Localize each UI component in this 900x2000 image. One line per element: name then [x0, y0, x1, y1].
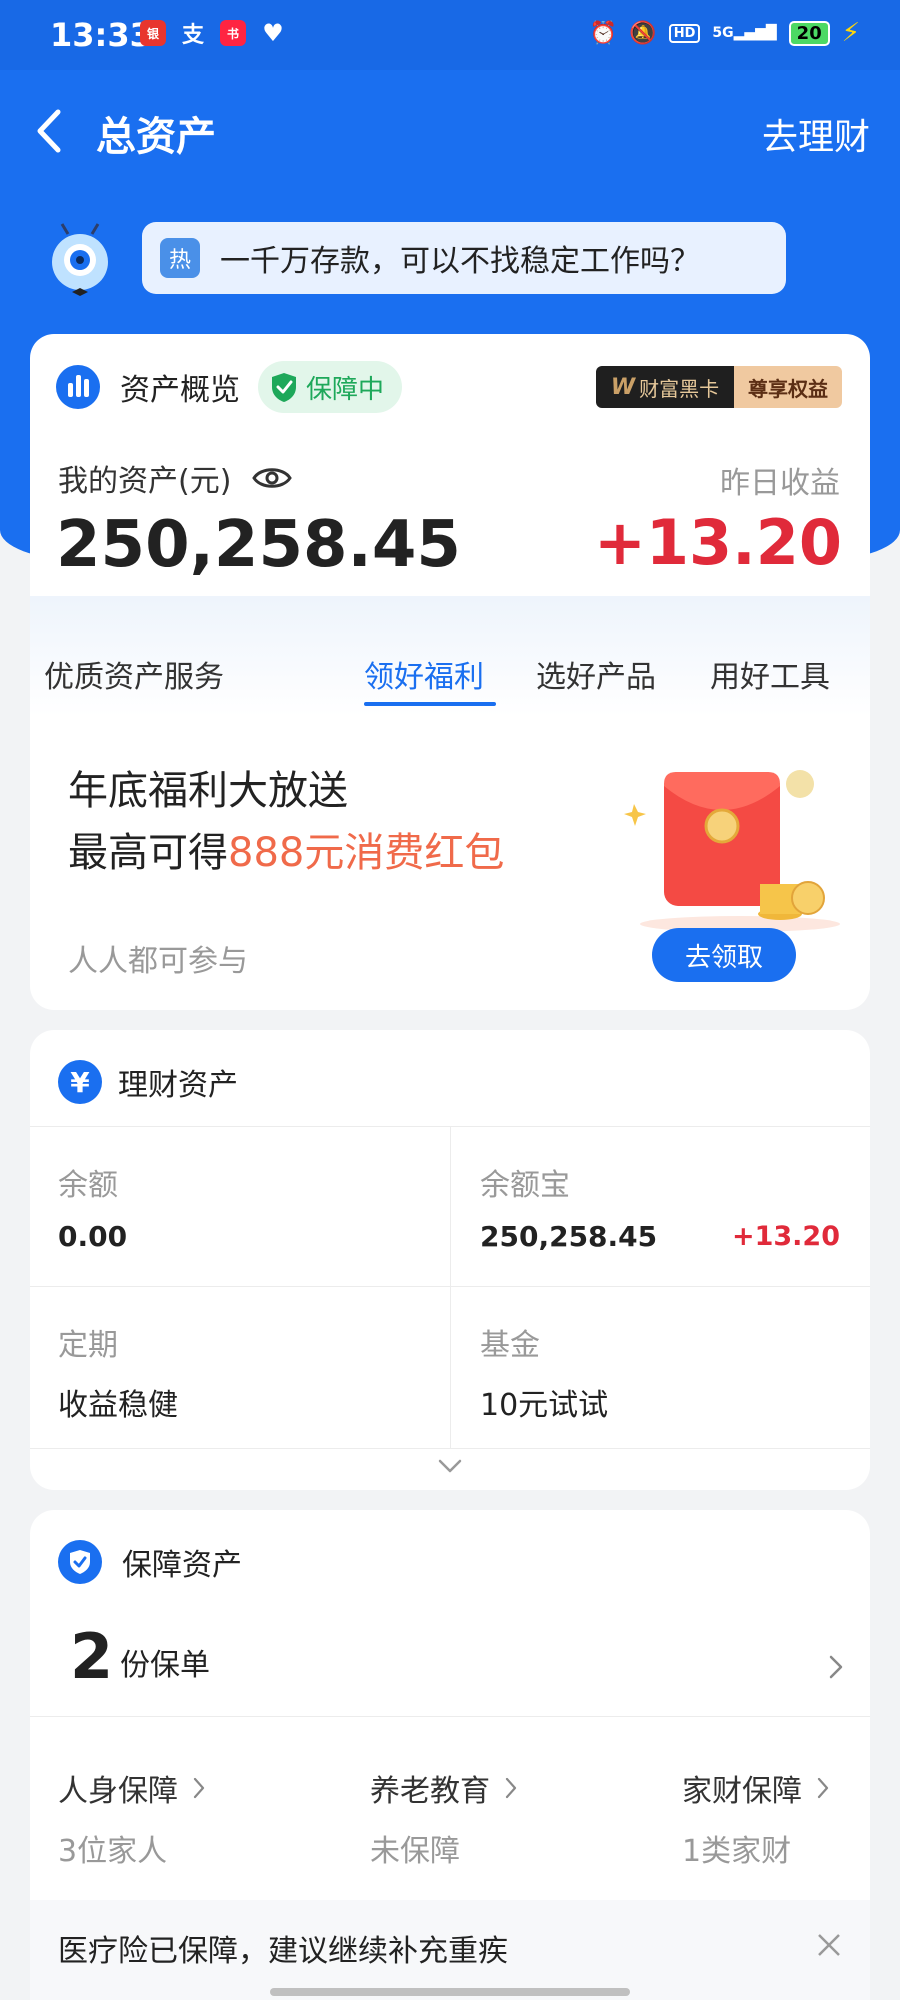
asset-overview-card: 资产概览 保障中 W 财富黑卡 尊享权益 我的资产(元) 昨日收益 250,258… [30, 334, 870, 1010]
go-invest-link[interactable]: 去理财 [762, 108, 870, 160]
pension-education-sub: 未保障 [370, 1834, 460, 1869]
yesterday-earnings-value: +13.20 [593, 506, 842, 579]
insurance-tip-text: 医疗险已保障，建议继续补充重疾 [58, 1934, 508, 1969]
bank-app-icon: 银 [140, 20, 166, 46]
promo-subheadline: 最高可得888元消费红包 [68, 830, 505, 876]
shield-icon [58, 1540, 102, 1584]
policy-unit: 份保单 [120, 1648, 210, 1683]
chevron-down-icon[interactable] [436, 1458, 464, 1474]
protection-title: 保障资产 [122, 1548, 242, 1583]
tab-quality-service[interactable]: 优质资产服务 [44, 652, 224, 696]
tab-tools[interactable]: 用好工具 [710, 652, 830, 696]
hot-topic-text: 一千万存款，可以不找稳定工作吗？ [220, 244, 700, 279]
mute-icon: 🔕 [629, 20, 657, 46]
alarm-icon: ⏰ [589, 20, 618, 46]
yesterday-earnings-label: 昨日收益 [720, 466, 840, 501]
fixed-term-value: 收益稳健 [58, 1388, 178, 1423]
black-card-benefits: 尊享权益 [734, 366, 842, 408]
personal-protection-sub: 3位家人 [58, 1834, 168, 1869]
home-indicator[interactable] [270, 1988, 630, 1996]
tab-benefits[interactable]: 领好福利 [364, 652, 484, 696]
active-tab-indicator [364, 702, 496, 706]
mascot-icon[interactable] [40, 220, 120, 300]
close-icon[interactable] [816, 1932, 842, 1958]
red-envelope-icon [624, 770, 840, 932]
pension-education-title: 养老教育 [370, 1774, 490, 1809]
policy-count: 2 [70, 1620, 114, 1693]
balance-label: 余额 [58, 1168, 118, 1203]
fixed-term-label: 定期 [58, 1328, 118, 1363]
service-tabs: 优质资产服务 领好福利 选好产品 用好工具 [30, 596, 870, 716]
page-title: 总资产 [96, 114, 216, 160]
status-bar: 13:33 银 支 书 ♥ ⏰ 🔕 HD 5G▂▄▆█ 20 ⚡ [0, 0, 900, 70]
hot-tag: 热 [160, 238, 200, 278]
overview-title: 资产概览 [120, 373, 240, 408]
protection-header[interactable]: 保障资产 [58, 1540, 242, 1584]
wealth-black-card-badge[interactable]: W 财富黑卡 尊享权益 [596, 366, 842, 408]
black-card-label: 财富黑卡 [639, 376, 720, 401]
hot-topic-banner[interactable]: 热 一千万存款，可以不找稳定工作吗？ [142, 222, 786, 294]
wealth-title: 理财资产 [118, 1068, 238, 1103]
insurance-tip-banner[interactable]: 医疗险已保障，建议继续补充重疾 [30, 1900, 870, 2000]
hd-icon: HD [668, 23, 701, 43]
tab-products[interactable]: 选好产品 [536, 652, 656, 696]
xiaohongshu-app-icon: 书 [220, 20, 246, 46]
charging-icon: ⚡ [841, 18, 860, 48]
eye-icon[interactable] [251, 463, 293, 493]
nav-bar: 总资产 去理财 [0, 70, 900, 190]
status-indicators: ⏰ 🔕 HD 5G▂▄▆█ 20 ⚡ [590, 18, 860, 48]
my-assets-label-row: 我的资产(元) [58, 456, 293, 500]
property-protection-title: 家财保障 [682, 1774, 802, 1809]
balance-value: 0.00 [58, 1220, 128, 1253]
overview-header: 资产概览 保障中 [56, 361, 403, 413]
claim-button[interactable]: 去领取 [652, 928, 796, 982]
yuebao-label: 余额宝 [480, 1168, 570, 1203]
black-card-logo: W [610, 374, 636, 400]
chevron-right-icon [829, 1655, 843, 1679]
divider [30, 1448, 870, 1449]
promo-highlight: 888元消费红包 [228, 830, 505, 876]
divider [30, 1286, 870, 1287]
protection-assets-card: 保障资产 2 份保单 人身保障 3位家人 养老教育 未保障 家财保障 1类家财 … [30, 1510, 870, 2000]
protection-status-badge[interactable]: 保障中 [258, 361, 403, 413]
wealth-header[interactable]: ¥ 理财资产 [58, 1060, 238, 1104]
wealth-assets-card: ¥ 理财资产 余额 0.00 余额宝 250,258.45 +13.20 定期 … [30, 1030, 870, 1490]
yuebao-value: 250,258.45 [480, 1220, 658, 1253]
property-protection-sub: 1类家财 [682, 1834, 792, 1869]
total-assets-value: 250,258.45 [56, 508, 461, 582]
fund-label: 基金 [480, 1328, 540, 1363]
health-app-icon: ♥ [262, 19, 284, 47]
notification-icons: 银 支 书 ♥ [140, 19, 286, 48]
back-arrow-icon[interactable] [30, 106, 70, 156]
chevron-right-icon [817, 1777, 829, 1799]
fund-value: 10元试试 [480, 1388, 609, 1423]
promo-headline: 年底福利大放送 [68, 768, 348, 814]
divider [450, 1126, 451, 1448]
alipay-app-icon: 支 [181, 23, 204, 48]
chevron-right-icon [193, 1777, 205, 1799]
bar-chart-icon [56, 365, 100, 409]
yen-icon: ¥ [58, 1060, 102, 1104]
shield-check-icon [272, 373, 296, 402]
chevron-right-icon [505, 1777, 517, 1799]
divider [30, 1716, 870, 1717]
promo-description: 人人都可参与 [68, 944, 248, 979]
signal-icon: 5G▂▄▆█ [712, 25, 777, 41]
my-assets-label: 我的资产(元) [58, 464, 232, 499]
status-time: 13:33 [50, 16, 152, 54]
yuebao-earnings: +13.20 [731, 1221, 840, 1252]
personal-protection-title: 人身保障 [58, 1774, 178, 1809]
battery-icon: 20 [788, 20, 830, 46]
